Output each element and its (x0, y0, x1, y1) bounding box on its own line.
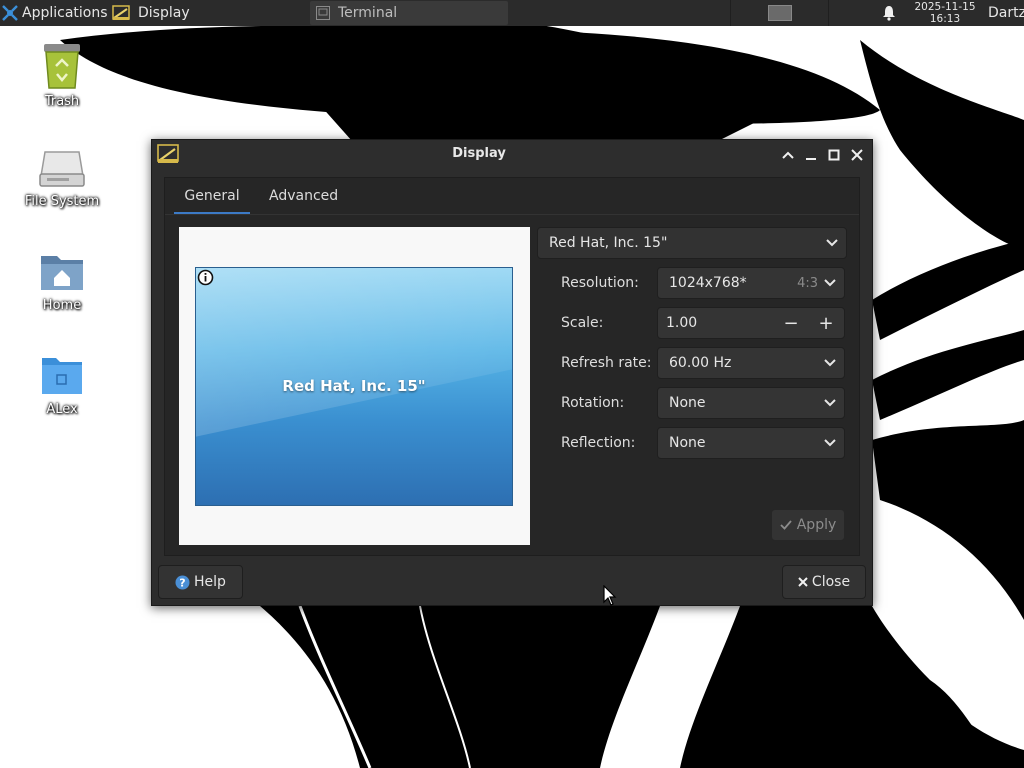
close-label: Close (811, 574, 851, 590)
rotation-value: None (669, 395, 706, 411)
workspace-switcher[interactable] (768, 5, 792, 21)
applications-label: Applications (22, 5, 108, 21)
scale-decrease-button[interactable]: − (774, 308, 808, 338)
maximize-icon (828, 149, 840, 161)
user-label: Dartz (988, 5, 1024, 21)
chevron-down-icon (824, 399, 836, 407)
clock-time: 16:13 (929, 13, 961, 25)
scale-label: Scale: (561, 315, 604, 331)
chevron-down-icon (824, 279, 836, 287)
rotation-label: Rotation: (561, 395, 625, 411)
aspect-ratio-label: 4:3 (797, 275, 818, 291)
desktop-icon-label: File System (24, 194, 100, 209)
svg-text:?: ? (179, 576, 185, 589)
desktop-icon-trash[interactable]: Trash (12, 40, 112, 109)
close-icon (798, 577, 808, 587)
chevron-down-icon (824, 359, 836, 367)
dialog-titlebar[interactable]: Display (152, 140, 872, 170)
rotation-select[interactable]: None (657, 387, 845, 419)
scale-value[interactable]: 1.00 (666, 315, 697, 331)
resolution-value: 1024x768* (669, 275, 747, 291)
clock-date: 2025-11-15 (914, 1, 976, 13)
top-panel: Applications ≡ Display Terminal 2025-11-… (0, 0, 1024, 26)
apply-button[interactable]: Apply (771, 509, 845, 541)
plus-icon: + (818, 312, 834, 334)
resolution-select[interactable]: 1024x768* 4:3 (657, 267, 845, 299)
terminal-task-label: Terminal (338, 5, 398, 21)
tab-general[interactable]: General (174, 178, 250, 215)
desktop-icon-file-system[interactable]: File System (12, 146, 112, 209)
taskbar-terminal-button[interactable]: Terminal (310, 1, 508, 25)
folder-icon (42, 358, 82, 394)
scale-increase-button[interactable]: + (809, 308, 843, 338)
applications-menu[interactable]: Applications ≡ (2, 0, 123, 26)
desktop-icon-label: Trash (44, 94, 80, 109)
user-menu[interactable]: Dartz (988, 0, 1024, 26)
desktop-icon-label: ALex (46, 402, 78, 417)
home-folder-icon (41, 256, 83, 290)
chevron-down-icon (826, 239, 838, 247)
tab-advanced[interactable]: Advanced (269, 178, 338, 214)
monitor-select-value: Red Hat, Inc. 15" (549, 235, 668, 251)
tab-label: General (184, 188, 240, 204)
close-icon (851, 149, 863, 161)
minimize-icon (806, 158, 816, 160)
taskbar-display-button[interactable]: Display (112, 0, 190, 26)
maximize-button[interactable] (825, 146, 843, 164)
scale-spinbutton: 1.00 − + (657, 307, 845, 339)
help-button[interactable]: ? Help (158, 565, 243, 599)
reflection-value: None (669, 435, 706, 451)
tab-label: Advanced (269, 188, 339, 204)
refresh-rate-value: 60.00 Hz (669, 355, 732, 371)
desktop-icon-label: Home (42, 298, 82, 313)
refresh-rate-label: Refresh rate: (561, 355, 652, 371)
minimize-button[interactable] (802, 146, 820, 164)
resolution-label: Resolution: (561, 275, 639, 291)
panel-separator (730, 0, 731, 26)
panel-clock[interactable]: 2025-11-15 16:13 (908, 0, 982, 26)
notification-bell-icon[interactable] (882, 0, 896, 26)
apply-label: Apply (796, 517, 837, 533)
panel-separator (828, 0, 829, 26)
desktop-icon-home[interactable]: Home (12, 250, 112, 313)
mouse-cursor-icon (603, 585, 617, 606)
display-settings-icon (112, 5, 130, 20)
reflection-select[interactable]: None (657, 427, 845, 459)
xfce-logo-icon (2, 5, 18, 21)
desktop-icon-alex[interactable]: ALex (12, 354, 112, 417)
display-dialog: Display General Advanced Red Hat, Inc. 1… (151, 139, 873, 606)
display-task-label: Display (138, 5, 190, 21)
shade-button[interactable] (779, 146, 797, 164)
close-button[interactable]: Close (782, 565, 866, 599)
minus-icon: − (783, 312, 799, 334)
tab-divider (165, 214, 859, 215)
checkmark-icon (780, 520, 792, 530)
help-icon: ? (175, 575, 190, 589)
terminal-icon (316, 6, 330, 20)
help-label: Help (194, 574, 226, 590)
display-preview: Red Hat, Inc. 15" (179, 227, 530, 545)
chevron-down-icon (824, 439, 836, 447)
monitor-preview-label: Red Hat, Inc. 15" (282, 377, 426, 395)
monitor-select[interactable]: Red Hat, Inc. 15" (537, 227, 847, 259)
dialog-content: General Advanced Red Hat, Inc. 15" Red H… (164, 177, 860, 556)
refresh-rate-select[interactable]: 60.00 Hz (657, 347, 845, 379)
monitor-preview[interactable]: Red Hat, Inc. 15" (195, 267, 513, 506)
close-window-button[interactable] (848, 146, 866, 164)
info-icon[interactable] (197, 269, 214, 286)
chevron-up-icon (782, 151, 794, 159)
trash-icon (44, 44, 80, 89)
dialog-title: Display (452, 146, 506, 161)
drive-icon (39, 151, 85, 187)
reflection-label: Reflection: (561, 435, 636, 451)
